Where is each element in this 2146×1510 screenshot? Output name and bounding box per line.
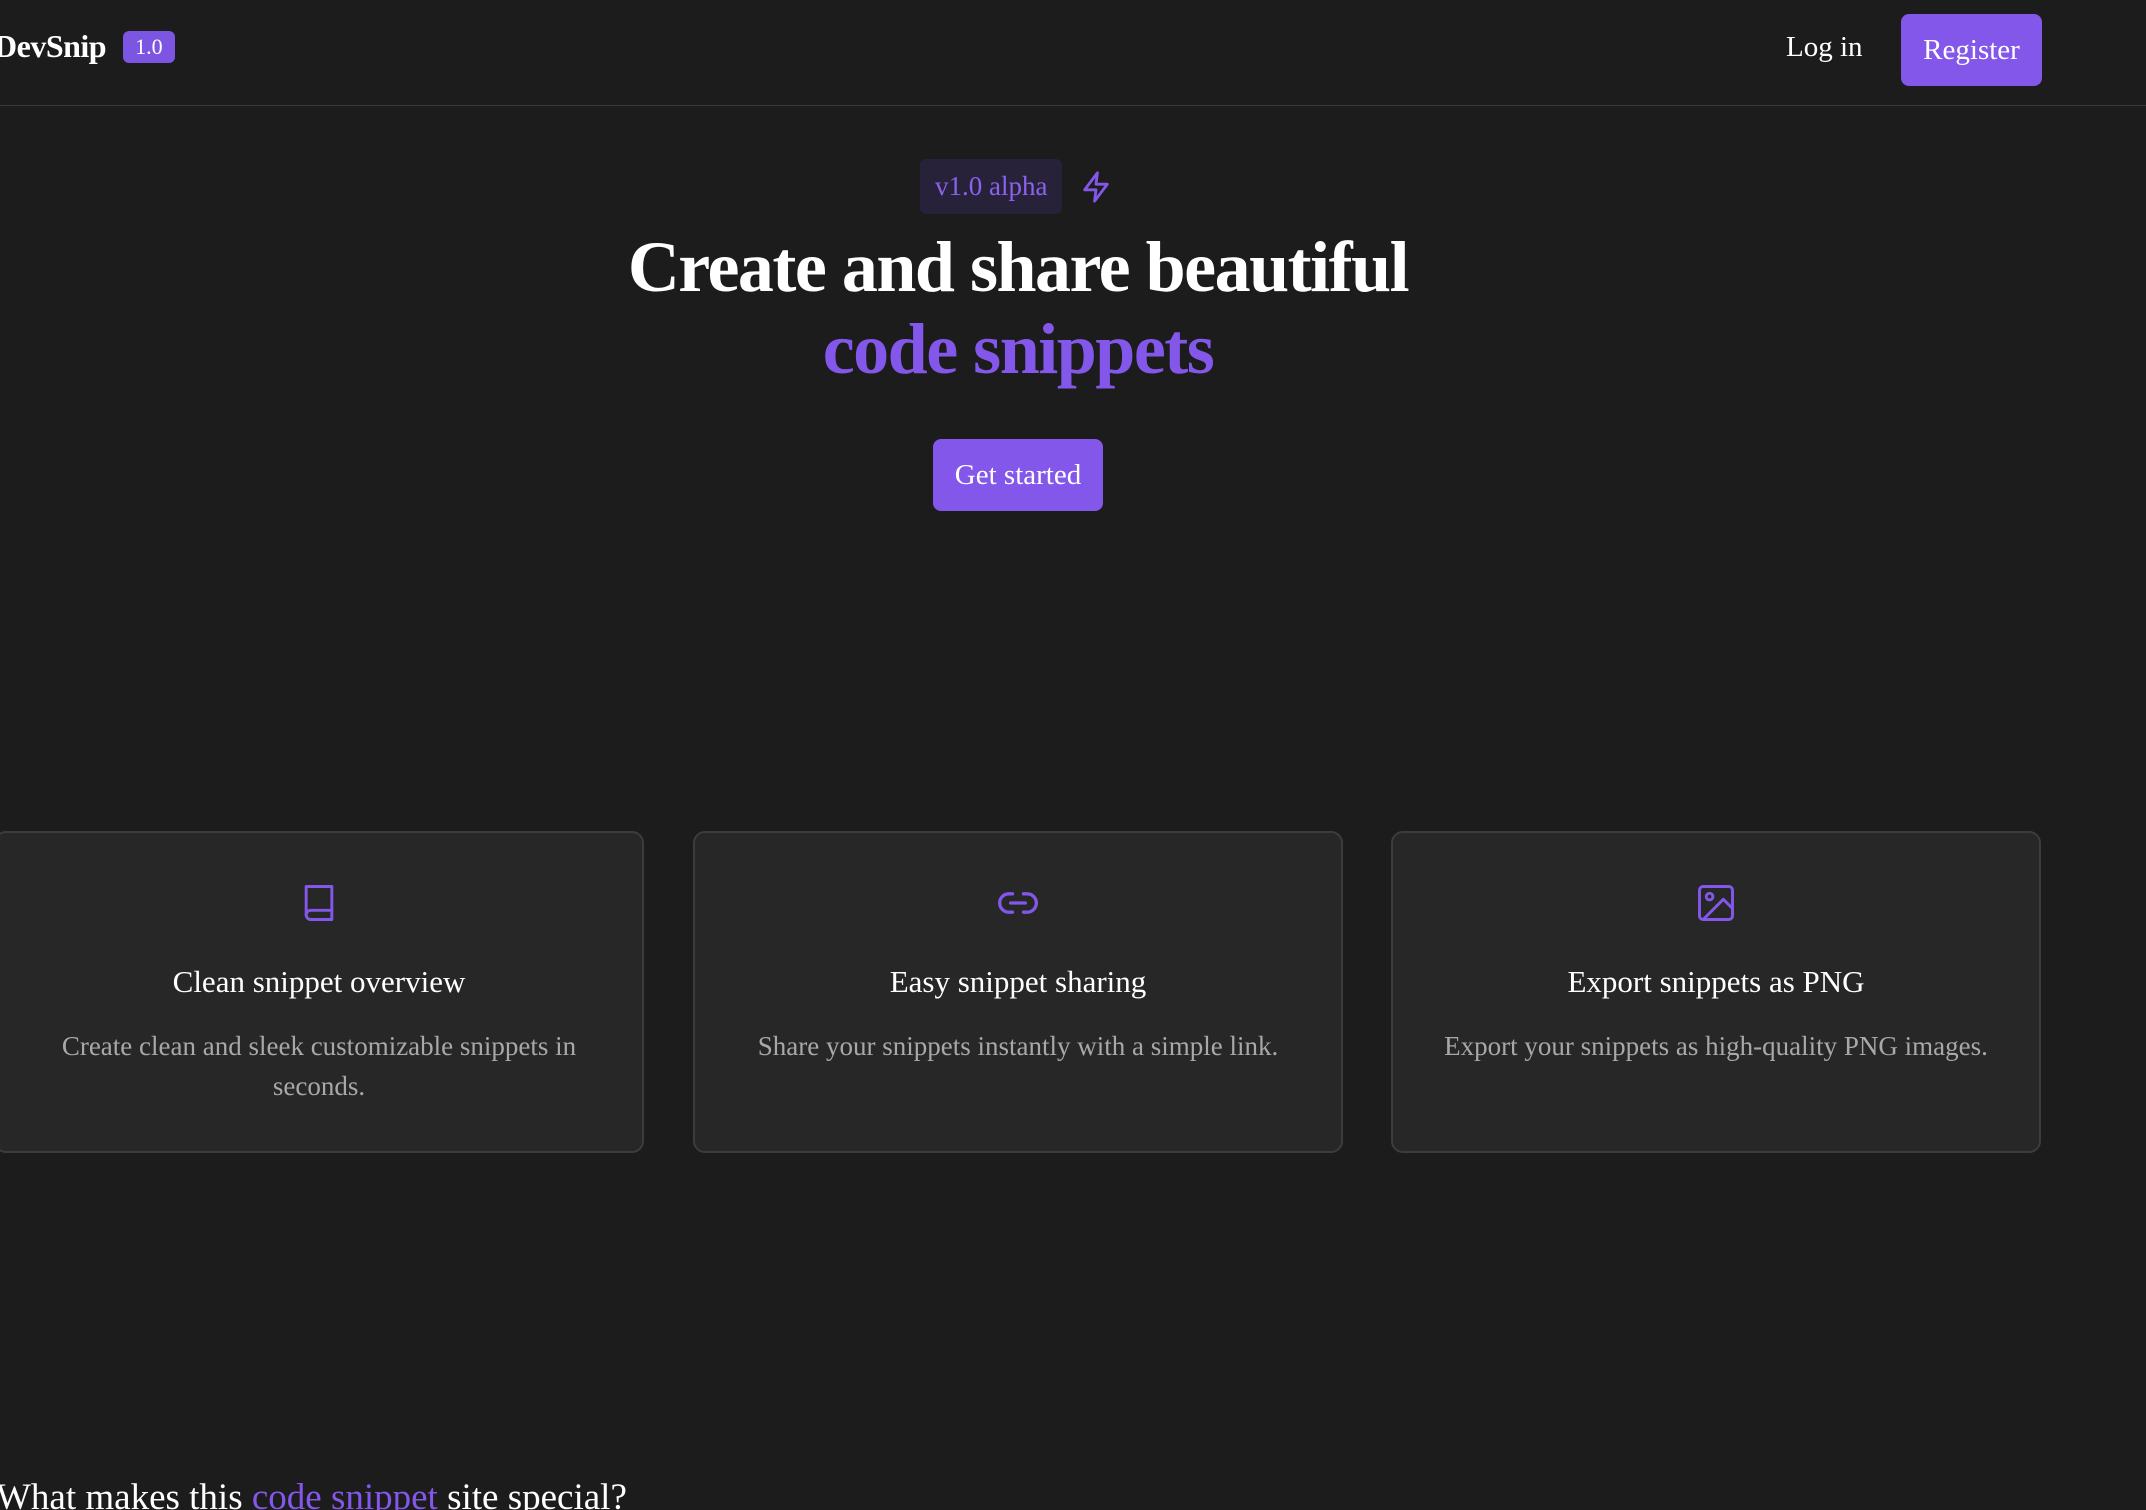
login-link[interactable]: Log in (1786, 31, 1863, 64)
section-heading-text: site special? (437, 1477, 627, 1510)
feature-card: Clean snippet overview Create clean and … (0, 831, 644, 1153)
feature-title: Export snippets as PNG (1567, 964, 1865, 999)
hero-title: Create and share beautiful code snippets (0, 226, 2036, 390)
feature-card: Export snippets as PNG Export your snipp… (1391, 831, 2041, 1153)
alpha-badge: v1.0 alpha (920, 159, 1063, 214)
brand[interactable]: DevSnip 1.0 (0, 28, 175, 65)
register-button[interactable]: Register (1901, 14, 2042, 86)
feature-card: Easy snippet sharing Share your snippets… (693, 831, 1343, 1153)
brand-name[interactable]: DevSnip (0, 28, 107, 65)
hero-title-line: Create and share beautiful (627, 227, 1410, 307)
get-started-button[interactable]: Get started (933, 439, 1103, 511)
section-heading-text: What makes this (0, 1477, 252, 1510)
feature-title: Easy snippet sharing (889, 964, 1147, 999)
navbar: DevSnip 1.0 Log in Register (0, 0, 2146, 106)
version-row: v1.0 alpha (920, 159, 1113, 214)
section-heading-accent: code snippet (251, 1477, 438, 1510)
lightning-bolt-icon (1083, 170, 1110, 203)
landing-page: DevSnip 1.0 Log in Register v1.0 alpha C… (0, 0, 2146, 1510)
feature-description: Export your snippets as high-quality PNG… (1444, 1031, 1988, 1061)
feature-description: Create clean and sleek customizable snip… (61, 1031, 577, 1101)
version-badge: 1.0 (123, 30, 175, 63)
feature-description: Share your snippets instantly with a sim… (757, 1031, 1279, 1061)
hero-title-accent: code snippets (822, 309, 1215, 389)
image-icon (1698, 885, 1734, 921)
link-icon (998, 892, 1038, 914)
feature-title: Clean snippet overview (172, 964, 466, 999)
section-heading: What makes this code snippet site specia… (0, 1476, 627, 1510)
book-icon (304, 885, 334, 921)
